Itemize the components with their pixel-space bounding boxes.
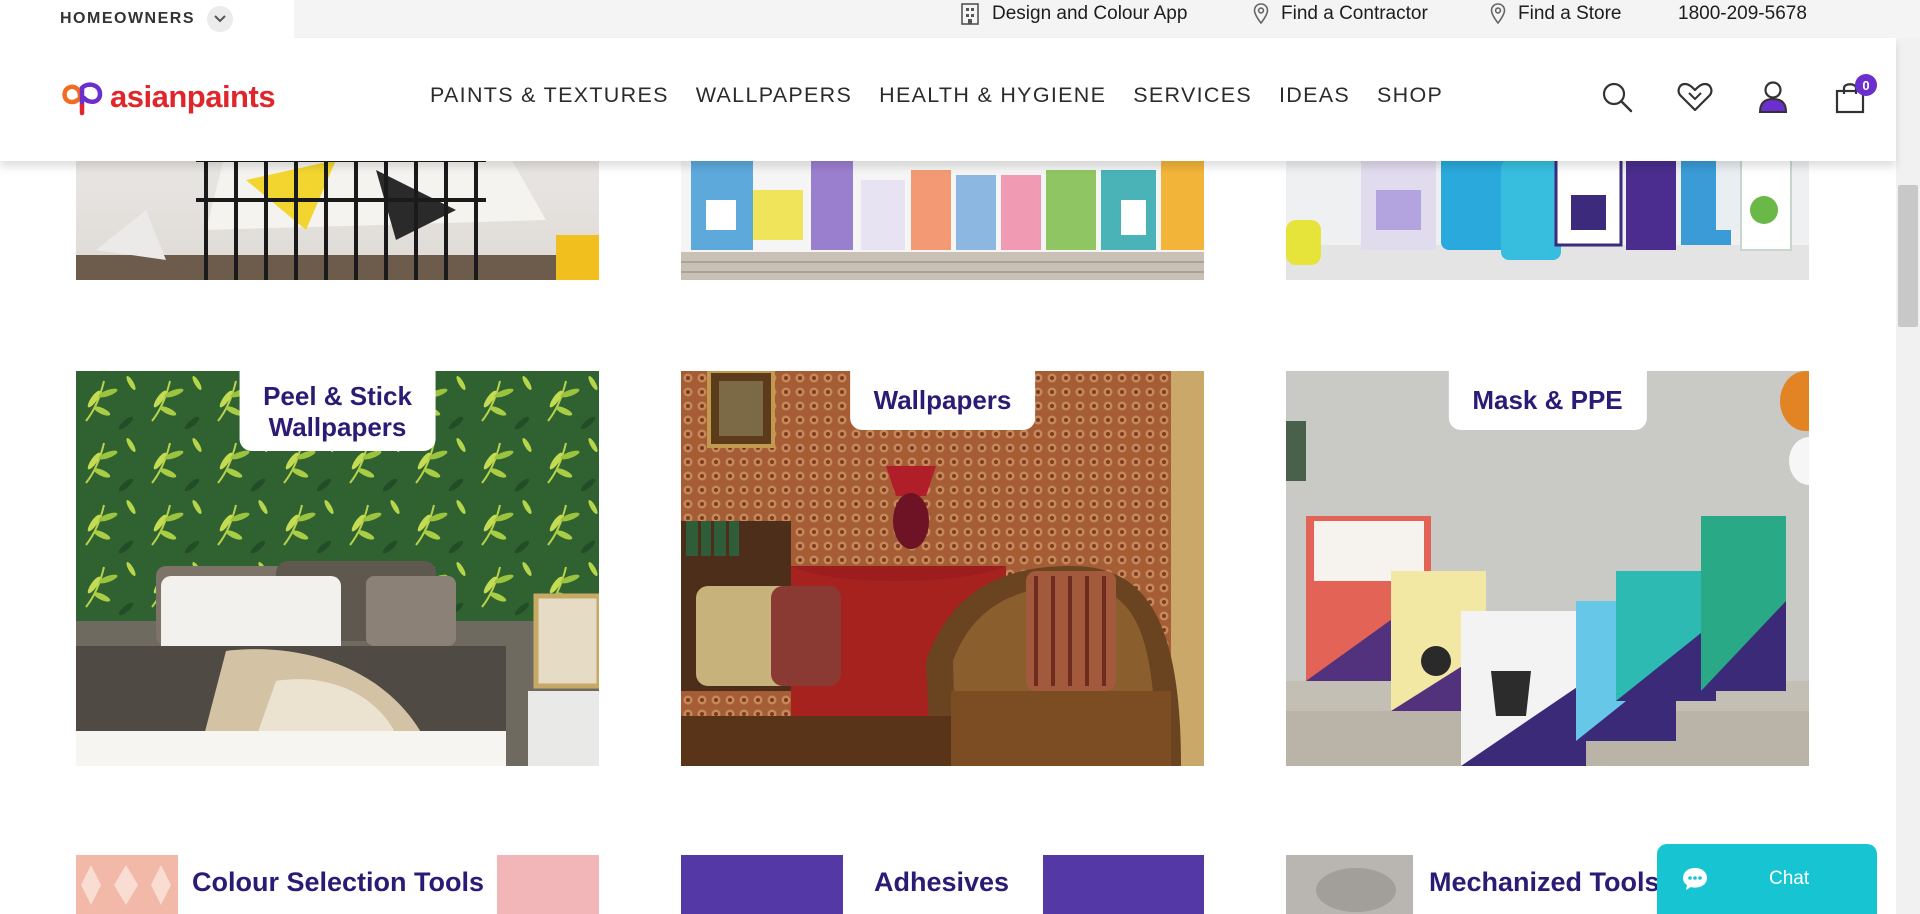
adhesives-card[interactable]: Adhesives [681,855,1204,914]
segment-selector[interactable]: HOMEOWNERS [0,0,294,38]
design-colour-app-label: Design and Colour App [992,3,1188,24]
wallpapers-card[interactable]: Wallpapers [681,371,1204,766]
hygiene-products-card[interactable] [1286,150,1809,280]
card-title: Adhesives [874,867,1010,897]
nav-ideas[interactable]: IDEAS [1279,83,1350,108]
building-icon [961,3,979,25]
card-title-line1: Peel & Stick [263,381,412,411]
ppe-packs-image [1286,371,1809,766]
scrollbar-track[interactable] [1896,38,1920,914]
card-title: Mechanized Tools [1429,867,1660,897]
card-title-line2: Wallpapers [268,412,407,442]
top-utility-bar: HOMEOWNERS Design and Colour App Find a … [0,0,1920,38]
segment-label: HOMEOWNERS [60,10,195,27]
card-title-tag: Peel & Stick Wallpapers [239,371,436,451]
find-store-label: Find a Store [1518,3,1622,24]
chat-bubble-icon [1683,868,1707,890]
search-icon[interactable] [1598,78,1636,116]
colour-selection-tools-card[interactable]: Colour Selection Tools [76,855,599,914]
chat-label: Chat [1769,868,1810,889]
primary-nav: PAINTS & TEXTURES WALLPAPERS HEALTH & HY… [430,83,1470,108]
location-pin-icon [1490,3,1506,25]
phone-number-link[interactable]: 1800-209-5678 [1678,0,1807,28]
card-title-line1: Mask & PPE [1472,385,1623,415]
card-title: Colour Selection Tools [192,867,485,897]
nav-health-hygiene[interactable]: HEALTH & HYGIENE [879,83,1106,108]
scrollbar-thumb[interactable] [1898,185,1918,327]
design-colour-app-link[interactable]: Design and Colour App [960,0,1187,28]
paint-cans-image [681,150,1204,280]
chevron-down-icon[interactable] [207,6,233,32]
cart-count-badge: 0 [1855,74,1877,96]
brand-name: asianpaints [110,79,276,114]
brand-logo[interactable]: asianpaints [60,76,276,118]
location-pin-icon [1253,3,1269,25]
vintage-wallpaper-room-image [681,371,1204,766]
nav-wallpapers[interactable]: WALLPAPERS [696,83,852,108]
find-store-link[interactable]: Find a Store [1490,0,1622,28]
bedroom-decor-card[interactable] [76,150,599,280]
mask-ppe-card[interactable]: Mask & PPE [1286,371,1809,766]
heart-icon[interactable] [1676,78,1714,116]
bed-image [76,150,599,280]
find-contractor-link[interactable]: Find a Contractor [1253,0,1428,28]
card-title-line1: Wallpapers [873,385,1012,415]
chat-button[interactable]: Chat [1657,844,1877,914]
nav-shop[interactable]: SHOP [1377,83,1443,108]
hygiene-bottles-image [1286,150,1809,280]
find-contractor-label: Find a Contractor [1281,3,1428,24]
logo-mark-icon [62,82,103,116]
phone-number: 1800-209-5678 [1678,3,1807,24]
user-icon[interactable] [1754,78,1792,116]
main-header: asianpaints PAINTS & TEXTURES WALLPAPERS… [0,38,1896,161]
paints-products-card[interactable] [681,150,1204,280]
card-title-tag: Mask & PPE [1448,371,1647,430]
peel-stick-wallpapers-card[interactable]: Peel & Stick Wallpapers [76,371,599,766]
card-title-tag: Wallpapers [849,371,1036,430]
nav-paints-textures[interactable]: PAINTS & TEXTURES [430,83,669,108]
nav-services[interactable]: SERVICES [1133,83,1252,108]
